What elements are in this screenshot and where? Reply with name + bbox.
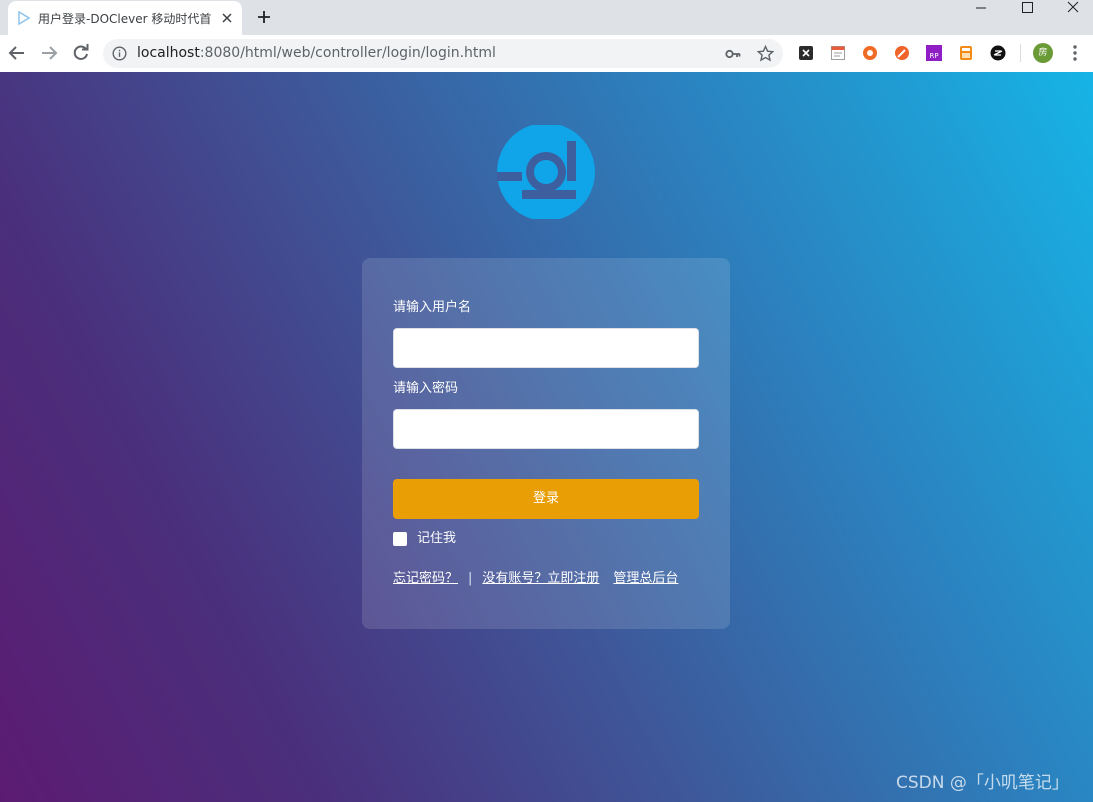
site-info-icon[interactable] [112,46,127,61]
login-links: 忘记密码？ | 没有账号？立即注册 管理总后台 [393,569,678,589]
address-bar[interactable]: localhost:8080/html/web/controller/login… [103,39,783,68]
browser-tab[interactable]: 用户登录-DOClever 移动时代首 [8,1,242,35]
link-separator: | [468,571,473,586]
zen-extension-icon[interactable] [990,45,1006,61]
url-path: :8080/html/web/controller/login/login.ht… [199,45,496,61]
more-menu-icon[interactable] [1067,44,1083,62]
note-extension-icon[interactable] [830,45,846,61]
forward-arrow-icon[interactable] [40,44,58,62]
forgot-password-link[interactable]: 忘记密码？ [393,571,458,586]
svg-text:RP: RP [929,52,938,60]
toolbar-divider [1020,44,1021,62]
register-link[interactable]: 没有账号？立即注册 [482,571,599,586]
admin-console-link[interactable]: 管理总后台 [613,571,678,586]
url-host: localhost [137,45,200,61]
tab-strip: 用户登录-DOClever 移动时代首 [0,0,1093,35]
bookmark-star-icon[interactable] [757,45,774,62]
doclever-logo [497,125,595,219]
remember-me-label[interactable]: 记住我 [417,529,456,549]
rp-extension-icon[interactable]: RP [926,45,942,61]
lifebuoy-extension-icon[interactable] [862,45,878,61]
username-label: 请输入用户名 [393,300,472,315]
close-window-icon[interactable] [1050,0,1093,28]
key-icon[interactable] [725,46,741,62]
password-input[interactable] [393,409,699,449]
minimize-window-icon[interactable] [958,0,1004,28]
rocket-extension-icon[interactable] [894,45,910,61]
login-page: 请输入用户名 请输入密码 登录 记住我 忘记密码？ | 没有账号？立即注册 管理总后台… [0,72,1093,802]
login-button[interactable]: 登录 [393,479,699,519]
username-input[interactable] [393,328,699,368]
tab-title: 用户登录-DOClever 移动时代首 [38,12,212,26]
profile-avatar[interactable]: 房 [1033,43,1053,63]
url-text[interactable]: localhost:8080/html/web/controller/login… [137,45,496,62]
remember-me-checkbox[interactable] [393,532,407,546]
reload-icon[interactable] [72,44,90,62]
doclever-favicon-icon [18,10,31,26]
browser-toolbar: localhost:8080/html/web/controller/login… [0,35,1093,73]
close-tab-icon[interactable] [220,11,234,25]
maximize-window-icon[interactable] [1004,0,1050,28]
login-card: 请输入用户名 请输入密码 登录 记住我 忘记密码？ | 没有账号？立即注册 管理总后台 [362,258,730,629]
back-arrow-icon[interactable] [8,44,26,62]
x-extension-icon[interactable] [798,45,814,61]
csdn-watermark: CSDN @「小叽笔记」 [896,773,1069,793]
new-tab-plus-icon[interactable] [256,9,272,25]
password-label: 请输入密码 [393,381,459,396]
calculator-extension-icon[interactable] [958,45,974,61]
